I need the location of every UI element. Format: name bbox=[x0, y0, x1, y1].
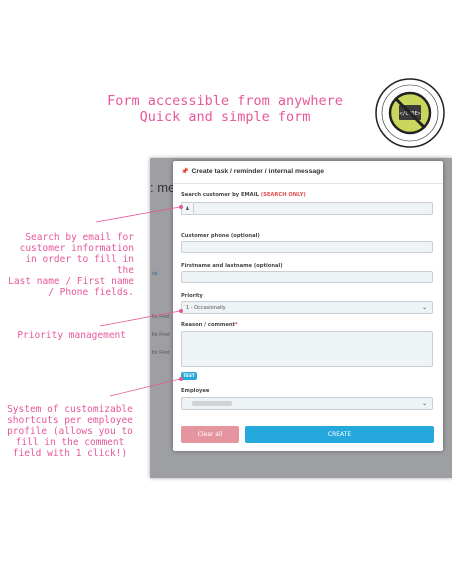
search-label-text: Search customer by EMAIL bbox=[181, 192, 259, 198]
required-marker: * bbox=[235, 322, 238, 328]
employee-select[interactable]: ⌄ bbox=[181, 397, 433, 410]
shortcuts-annotation-line: profile (allows you to bbox=[7, 426, 133, 437]
shortcuts-annotation-line: shortcuts per employee bbox=[7, 415, 133, 426]
pin-icon: 📌 bbox=[181, 169, 189, 175]
background-row-3: for Fred bbox=[152, 350, 170, 356]
search-annotation-line: in order to fill in the bbox=[25, 254, 134, 276]
priority-annotation: Priority management bbox=[17, 330, 126, 341]
priority-select[interactable]: 1 - Occasionally ⌄ bbox=[181, 301, 433, 314]
name-label: Firstname and lastname (optional) bbox=[181, 263, 283, 269]
name-input[interactable] bbox=[181, 271, 433, 283]
phone-label: Customer phone (optional) bbox=[181, 233, 260, 239]
background-tab: tat bbox=[152, 271, 158, 277]
headline: Form accessible from anywhere Quick and … bbox=[80, 93, 370, 125]
create-button[interactable]: CREATE bbox=[245, 426, 434, 443]
reason-textarea[interactable] bbox=[181, 331, 433, 367]
clear-all-button[interactable]: Clear all bbox=[181, 426, 239, 443]
background-row-2: for Fred bbox=[152, 332, 170, 338]
search-annotation-line: Last name / First name bbox=[8, 276, 134, 287]
search-annotation: Search by email for customer information… bbox=[6, 232, 134, 298]
background-heading: : me bbox=[150, 180, 176, 195]
headline-line-2: Quick and simple form bbox=[139, 109, 311, 125]
priority-label: Priority bbox=[181, 293, 203, 299]
search-annotation-line: customer information bbox=[19, 243, 134, 254]
background-row-1: for Fred bbox=[152, 314, 170, 320]
search-email-input[interactable] bbox=[193, 202, 433, 215]
chevron-down-icon: ⌄ bbox=[421, 304, 427, 311]
modal-title: Create task / reminder / internal messag… bbox=[191, 168, 325, 175]
employee-value-blurred bbox=[192, 401, 232, 406]
shortcuts-annotation-line: field with 1 click!) bbox=[12, 448, 128, 459]
no-code-badge: </CODE> bbox=[375, 78, 445, 148]
chevron-down-icon: ⌄ bbox=[421, 400, 427, 407]
shortcuts-annotation-line: System of customizable bbox=[7, 404, 133, 415]
search-annotation-line: / Phone fields. bbox=[48, 287, 134, 298]
search-note: (SEARCH ONLY) bbox=[260, 192, 306, 198]
modal-header: 📌 Create task / reminder / internal messa… bbox=[173, 161, 443, 184]
priority-value: 1 - Occasionally bbox=[186, 305, 226, 311]
reason-label: Reason / comment* bbox=[181, 322, 238, 328]
shortcuts-annotation-line: fill in the comment bbox=[15, 437, 125, 448]
user-icon: ♟ bbox=[181, 202, 193, 215]
phone-input[interactable] bbox=[181, 241, 433, 253]
employee-label: Employee bbox=[181, 388, 210, 394]
shortcuts-annotation: System of customizable shortcuts per emp… bbox=[4, 404, 136, 459]
search-annotation-line: Search by email for bbox=[25, 232, 134, 243]
reason-label-text: Reason / comment bbox=[181, 322, 236, 328]
search-label: Search customer by EMAIL (SEARCH ONLY) bbox=[181, 192, 306, 198]
shortcut-tag-test[interactable]: TEST bbox=[181, 372, 197, 380]
headline-line-1: Form accessible from anywhere bbox=[107, 93, 343, 109]
